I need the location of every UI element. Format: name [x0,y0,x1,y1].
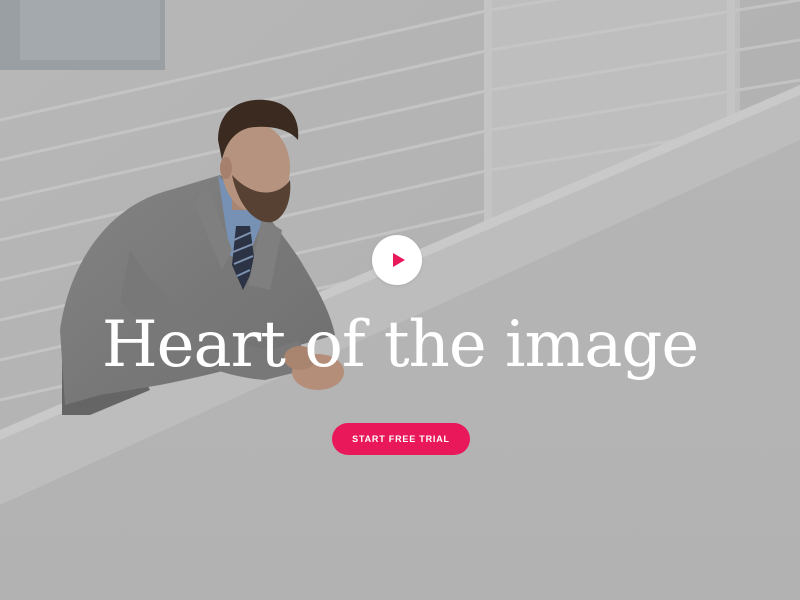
hero-section: Heart of the image START FREE TRIAL [0,0,800,600]
play-icon [393,253,405,267]
start-free-trial-button[interactable]: START FREE TRIAL [332,423,470,455]
play-button[interactable] [372,235,422,285]
hero-headline: Heart of the image [101,308,699,382]
